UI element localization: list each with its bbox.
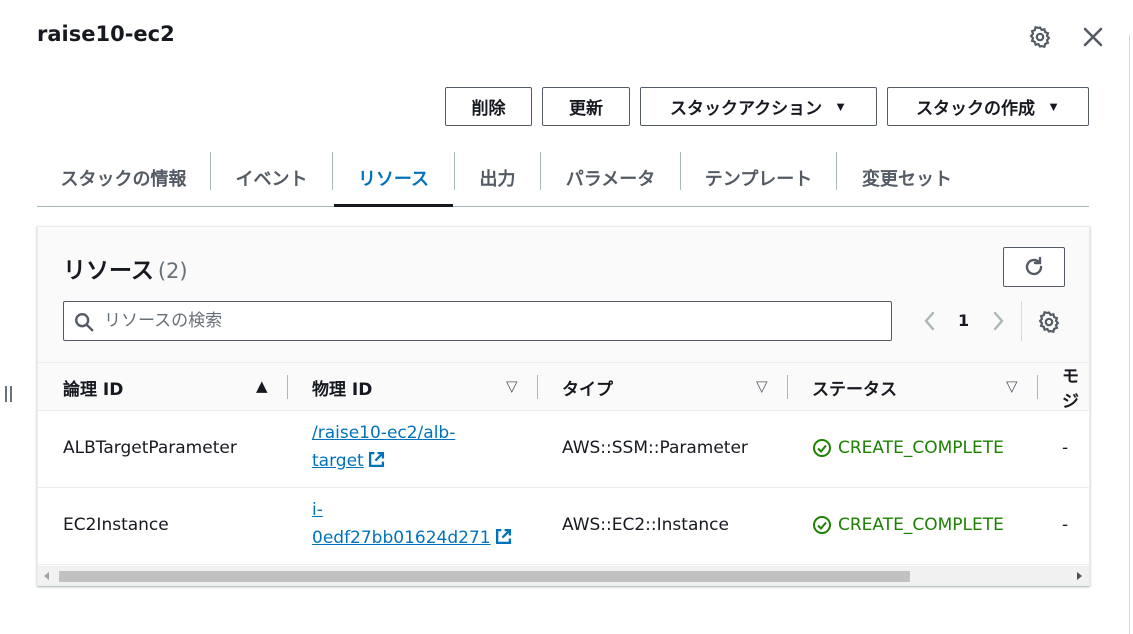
column-label: 物理 ID bbox=[312, 379, 373, 400]
stack-actions-label: スタックアクション bbox=[669, 99, 823, 118]
physical-id-line[interactable]: target bbox=[312, 447, 455, 475]
panel-title: リソース (2) bbox=[63, 251, 188, 285]
resize-handle-icon[interactable] bbox=[4, 386, 14, 402]
sort-icon[interactable]: ▽ bbox=[756, 377, 770, 395]
close-icon[interactable] bbox=[1081, 25, 1105, 49]
module-cell: - bbox=[1062, 515, 1069, 535]
delete-button[interactable]: 削除 bbox=[445, 87, 532, 126]
column-separator[interactable] bbox=[537, 375, 538, 399]
gear-icon[interactable] bbox=[1037, 310, 1061, 334]
table-row: ALBTargetParameter /raise10-ec2/alb- tar… bbox=[38, 411, 1089, 488]
status-cell: CREATE_COMPLETE bbox=[812, 515, 1004, 535]
tab-label: テンプレート bbox=[704, 169, 813, 190]
column-label: モジ bbox=[1062, 367, 1079, 412]
type-cell: AWS::EC2::Instance bbox=[562, 515, 729, 535]
sort-ascending-icon[interactable]: ▲ bbox=[256, 377, 270, 395]
module-cell: - bbox=[1062, 438, 1069, 458]
refresh-icon bbox=[1025, 256, 1043, 276]
panel-title-text: リソース bbox=[63, 258, 154, 284]
tab-separator bbox=[332, 152, 333, 190]
create-stack-dropdown[interactable]: スタックの作成 ▼ bbox=[887, 87, 1089, 126]
update-button-label: 更新 bbox=[569, 99, 603, 118]
chevron-right-icon[interactable] bbox=[988, 310, 1008, 332]
physical-id-text[interactable]: 0edf27bb01624d271 bbox=[312, 528, 491, 548]
external-link-icon bbox=[368, 451, 384, 468]
tab-label: イベント bbox=[235, 169, 308, 190]
column-header-logical-id[interactable]: 論理 ID bbox=[63, 363, 123, 411]
column-separator[interactable] bbox=[787, 375, 788, 399]
column-label: 論理 ID bbox=[63, 379, 124, 400]
refresh-button[interactable] bbox=[1003, 247, 1065, 287]
tab-label: 変更セット bbox=[862, 169, 952, 190]
chevron-left-icon[interactable] bbox=[920, 310, 940, 332]
search-icon bbox=[75, 313, 94, 332]
gear-icon[interactable] bbox=[1028, 25, 1052, 49]
sort-icon[interactable]: ▽ bbox=[506, 377, 520, 395]
column-header-status[interactable]: ステータス bbox=[812, 363, 897, 411]
column-label: ステータス bbox=[812, 379, 897, 400]
physical-id-text[interactable]: target bbox=[312, 451, 364, 471]
sort-icon[interactable]: ▽ bbox=[1006, 377, 1020, 395]
horizontal-scrollbar[interactable] bbox=[38, 566, 1089, 585]
tab-label: パラメータ bbox=[565, 169, 656, 190]
search-input[interactable] bbox=[104, 307, 874, 335]
delete-button-label: 削除 bbox=[471, 99, 506, 118]
search-field bbox=[63, 301, 892, 341]
tab-events[interactable]: イベント bbox=[211, 150, 332, 206]
external-link-icon bbox=[495, 528, 511, 545]
status-text: CREATE_COMPLETE bbox=[838, 438, 1004, 458]
column-label: タイプ bbox=[562, 379, 613, 400]
panel-header: リソース(2) 1 bbox=[38, 227, 1089, 362]
tab-parameters[interactable]: パラメータ bbox=[541, 150, 680, 206]
check-circle-icon bbox=[813, 516, 831, 534]
tab-template[interactable]: テンプレート bbox=[681, 150, 836, 206]
physical-id-link[interactable]: /raise10-ec2/alb- target bbox=[312, 419, 455, 475]
scrollbar-thumb[interactable] bbox=[59, 571, 910, 582]
tab-label: リソース bbox=[357, 169, 430, 190]
pagination-separator bbox=[1021, 301, 1022, 341]
tab-resources[interactable]: リソース bbox=[334, 150, 453, 207]
tab-outputs[interactable]: 出力 bbox=[455, 150, 540, 206]
check-circle-icon bbox=[813, 439, 831, 457]
column-header-physical-id[interactable]: 物理 ID bbox=[312, 363, 372, 411]
tab-label: 出力 bbox=[479, 169, 516, 190]
physical-id-line[interactable]: 0edf27bb01624d271 bbox=[312, 524, 512, 552]
tab-label: スタックの情報 bbox=[60, 169, 187, 190]
panel-divider bbox=[1129, 35, 1130, 634]
column-header-module[interactable]: モジ bbox=[1062, 363, 1089, 412]
column-separator[interactable] bbox=[1037, 375, 1038, 399]
stack-title: raise10-ec2 bbox=[37, 22, 175, 46]
tab-change-sets[interactable]: 変更セット bbox=[837, 150, 977, 206]
stack-actions-dropdown[interactable]: スタックアクション ▼ bbox=[640, 87, 877, 126]
column-header-type[interactable]: タイプ bbox=[562, 363, 613, 411]
status-text: CREATE_COMPLETE bbox=[838, 515, 1004, 535]
physical-id-line[interactable]: /raise10-ec2/alb- bbox=[312, 419, 455, 447]
table-header: 論理 ID ▲ 物理 ID ▽ タイプ ▽ ステータス ▽ モジ bbox=[38, 362, 1089, 412]
physical-id-line[interactable]: i- bbox=[312, 496, 512, 524]
resource-count: (2) bbox=[157, 259, 188, 283]
logical-id-cell: EC2Instance bbox=[63, 515, 169, 535]
caret-down-icon: ▼ bbox=[834, 99, 848, 114]
stack-tabs: スタックの情報 イベント リソース 出力 パラメータ テンプレート 変更セット bbox=[37, 150, 1089, 207]
column-separator[interactable] bbox=[287, 375, 288, 399]
create-stack-label: スタックの作成 bbox=[916, 99, 1036, 118]
scroll-left-arrow-icon[interactable] bbox=[44, 572, 49, 580]
caret-down-icon: ▼ bbox=[1047, 99, 1060, 114]
logical-id-cell: ALBTargetParameter bbox=[63, 438, 237, 458]
status-cell: CREATE_COMPLETE bbox=[812, 438, 1004, 458]
physical-id-link[interactable]: i- 0edf27bb01624d271 bbox=[312, 496, 512, 552]
update-button[interactable]: 更新 bbox=[542, 87, 630, 126]
current-page[interactable]: 1 bbox=[958, 311, 969, 330]
resources-panel: リソース(2) 1 bbox=[37, 226, 1090, 586]
type-cell: AWS::SSM::Parameter bbox=[562, 438, 748, 458]
tab-stack-info[interactable]: スタックの情報 bbox=[37, 150, 210, 206]
scroll-right-arrow-icon[interactable] bbox=[1077, 572, 1082, 580]
table-row: EC2Instance i- 0edf27bb01624d271 AWS::EC… bbox=[38, 488, 1089, 565]
